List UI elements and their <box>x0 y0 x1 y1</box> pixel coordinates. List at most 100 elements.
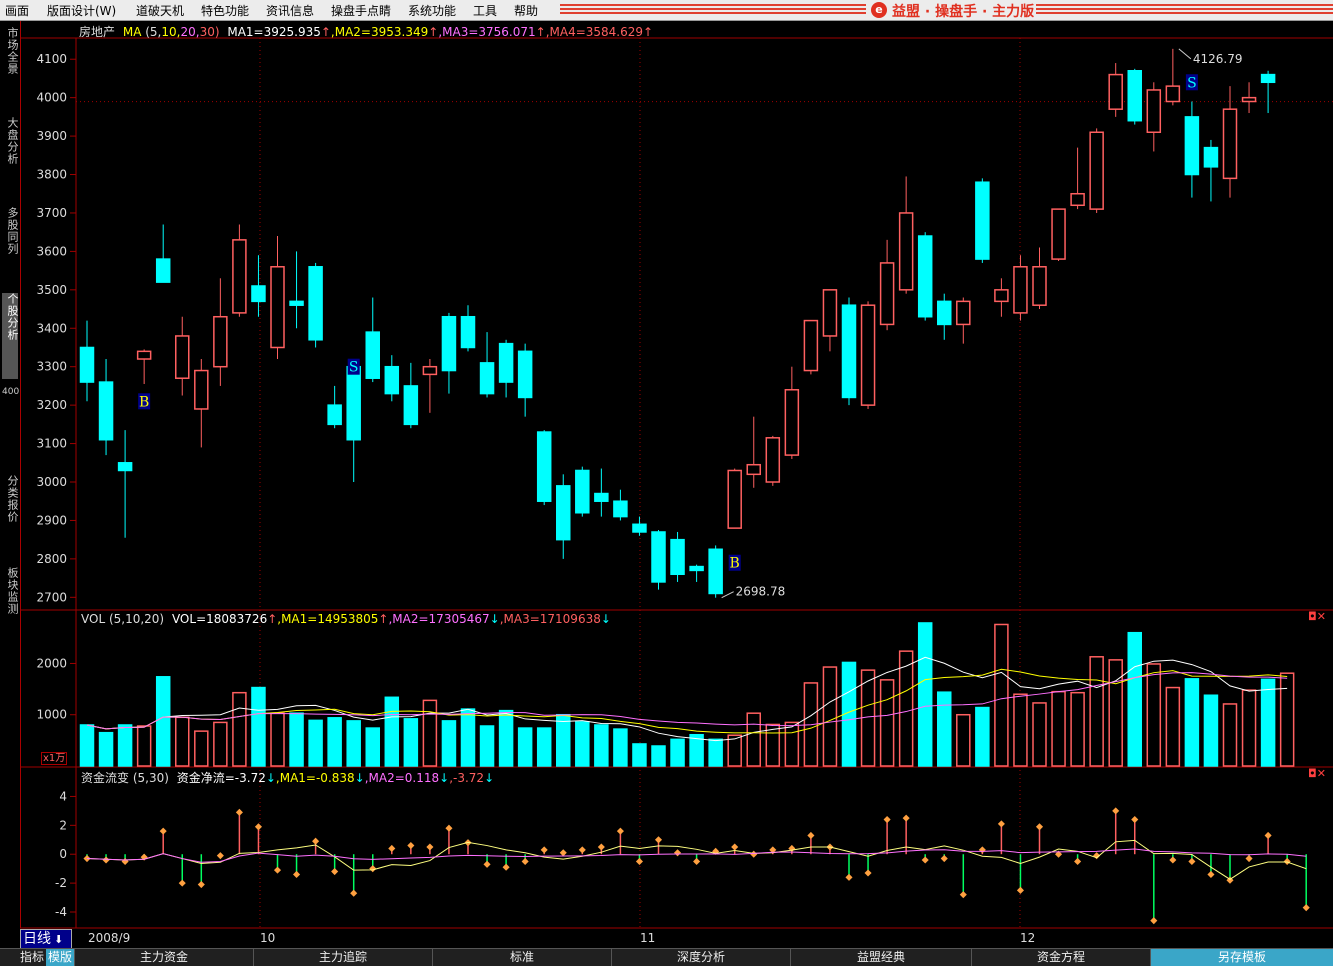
ma3-value: ,MA3=3756.071 <box>438 25 536 39</box>
vol-value: VOL=18083726 <box>171 612 268 626</box>
vol-ma2-value: ,MA2=17305467 <box>388 612 490 626</box>
price-panel: 2700 2800 2900 3000 3100 3200 3300 3400 3500 3600… <box>36 48 1276 604</box>
flow-panel-close-icon[interactable]: ◘✕ <box>1308 767 1326 780</box>
flow-point <box>883 816 891 824</box>
volume-bar <box>213 721 228 767</box>
candle-body <box>879 262 895 326</box>
bottom-tab-bar: 指标 模版 主力资金 主力追踪 标准 深度分析 益盟经典 资金方程 另存模板 <box>0 948 1333 966</box>
flow-point <box>350 889 358 897</box>
volume-panel: 1000 2000 <box>36 622 1295 767</box>
flow-tick-label: -4 <box>55 905 67 919</box>
candle-body <box>1013 266 1028 314</box>
volume-bar <box>632 743 647 767</box>
candle-body <box>498 342 514 383</box>
tab-templates[interactable]: 模版 <box>46 949 75 966</box>
flow-last-value: ,-3.72 <box>449 771 485 785</box>
flow-point <box>407 842 415 850</box>
volume-bar <box>651 745 666 767</box>
flow-point <box>578 846 586 854</box>
tab-classic[interactable]: 益盟经典 <box>791 949 972 966</box>
volume-bar <box>727 734 742 767</box>
ma-param-1: (5, <box>145 25 162 39</box>
volume-bar <box>575 721 590 767</box>
volume-panel-close-icon[interactable]: ◘✕ <box>1308 610 1326 623</box>
flow-label: 资金流变 (5,30) <box>81 771 169 785</box>
flow-point <box>1283 857 1291 865</box>
tab-fund-equation[interactable]: 资金方程 <box>972 949 1151 966</box>
volume-bar <box>498 709 514 767</box>
volume-bar <box>670 738 685 767</box>
price-tick-label: 2900 <box>36 513 67 527</box>
tab-main-funds[interactable]: 主力资金 <box>75 949 254 966</box>
volume-bar <box>937 691 952 767</box>
volume-bar <box>765 723 781 767</box>
up-arrow-icon: ↑ <box>320 25 331 39</box>
price-tick-label: 3900 <box>36 129 67 143</box>
ma1-value: MA1=3925.935 <box>227 25 321 39</box>
candle-body <box>194 369 209 410</box>
volume-bar <box>975 706 990 767</box>
candle-body <box>1070 192 1085 207</box>
vol-label: VOL (5,10,20) <box>81 612 165 626</box>
flow-point <box>121 857 129 865</box>
extreme-leader-line <box>721 591 734 599</box>
candle-body <box>727 469 742 529</box>
period-selector[interactable]: 日线 ⬇ <box>20 929 72 949</box>
volume-bar <box>1260 678 1276 767</box>
volume-bar <box>175 716 190 767</box>
candle-body <box>79 346 95 383</box>
date-label-oct: 10 <box>260 931 276 945</box>
volume-bar <box>1184 678 1200 767</box>
panel-frames <box>20 37 1333 929</box>
down-arrow-icon: ↓ <box>600 612 611 626</box>
price-tick-label: 3300 <box>36 360 67 374</box>
candle-body <box>155 258 171 283</box>
date-axis: 2008/9 10 11 12 <box>0 928 1333 948</box>
candle-body <box>651 531 666 583</box>
candle-body <box>1184 116 1200 176</box>
price-tick-label: 2800 <box>36 552 67 566</box>
candle-body <box>956 300 971 326</box>
volume-bar <box>956 713 971 767</box>
candle-body <box>289 300 304 306</box>
candle-body <box>917 235 933 318</box>
candle-body <box>308 266 323 341</box>
volume-bar <box>232 691 247 767</box>
flow-point <box>940 855 948 863</box>
candle-body <box>270 266 285 349</box>
candle-body <box>708 548 723 595</box>
down-arrow-icon: ↓ <box>489 612 500 626</box>
tab-indicators[interactable]: 指标 <box>18 949 47 966</box>
volume-ma-line <box>86 668 1288 734</box>
extreme-value-label: 4126.79 <box>1193 52 1243 66</box>
ma-param-4: 30) <box>199 25 220 39</box>
flow-point <box>178 879 186 887</box>
volume-bar <box>1051 690 1066 767</box>
candle-body <box>613 500 628 518</box>
candle-body <box>1203 146 1219 168</box>
flow-point <box>693 857 701 865</box>
tab-standard[interactable]: 标准 <box>433 949 612 966</box>
date-label-sep: 2008/9 <box>88 931 131 945</box>
flow-tick-label: -2 <box>55 876 67 890</box>
volume-bar <box>1222 703 1238 767</box>
flow-point <box>1245 855 1253 863</box>
candle-body <box>251 285 266 303</box>
flow-point <box>312 837 320 845</box>
candle-body <box>689 565 704 572</box>
volume-bar <box>822 666 838 767</box>
price-tick-label: 4100 <box>36 52 67 66</box>
money-flow-header: 资金流变 (5,30) 资金净流=-3.72↓,MA1=-0.838↓,MA2=… <box>81 769 494 786</box>
tab-deep-analysis[interactable]: 深度分析 <box>612 949 791 966</box>
flow-point <box>559 849 567 857</box>
volume-bar <box>1013 693 1028 767</box>
tab-save-template[interactable]: 另存模板 <box>1151 949 1333 966</box>
flow-point <box>235 808 243 816</box>
volume-bar <box>536 727 552 767</box>
flow-point <box>731 843 739 851</box>
price-tick-label: 3000 <box>36 475 67 489</box>
candle-body <box>403 385 419 426</box>
tab-main-tracking[interactable]: 主力追踪 <box>254 949 433 966</box>
volume-bar <box>1032 702 1047 767</box>
candle-body <box>136 350 152 360</box>
